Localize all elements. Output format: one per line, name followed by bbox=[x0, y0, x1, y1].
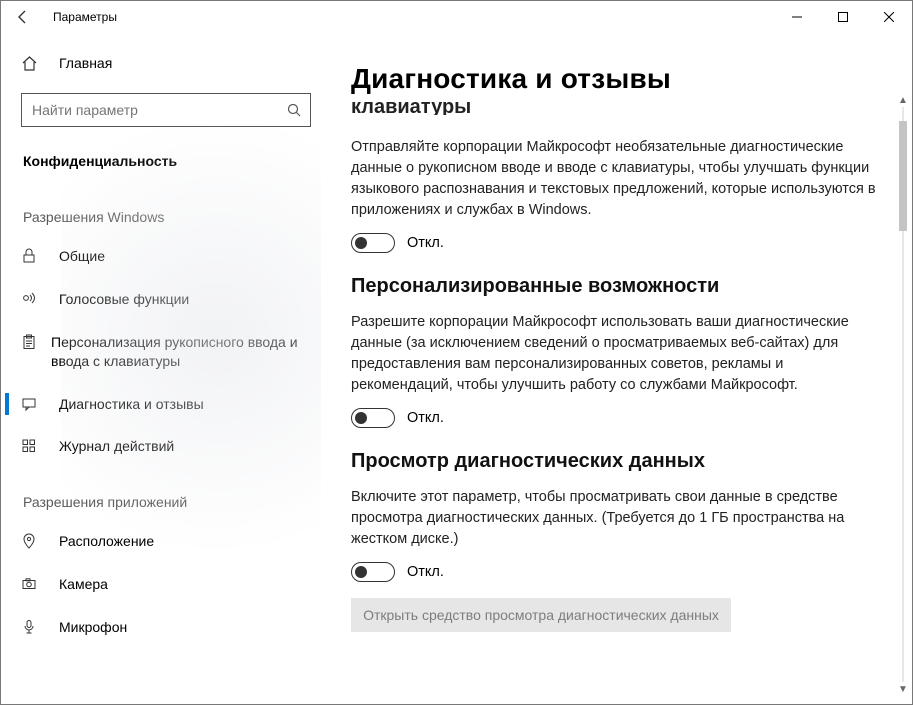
nav-label: Диагностика и отзывы bbox=[59, 395, 204, 414]
nav-label: Камера bbox=[59, 575, 108, 594]
minimize-button[interactable] bbox=[774, 1, 820, 33]
toggle-diagnostic-viewer[interactable] bbox=[351, 562, 395, 582]
section-diagnostic-viewer: Просмотр диагностических данных Включите… bbox=[351, 450, 876, 632]
nav-general[interactable]: Общие bbox=[5, 235, 315, 278]
page-title: Диагностика и отзывы bbox=[351, 33, 876, 99]
maximize-button[interactable] bbox=[820, 1, 866, 33]
sidebar: Главная Конфиденциальность Разрешения Wi… bbox=[1, 33, 323, 704]
window-title: Параметры bbox=[53, 10, 117, 24]
clipboard-icon bbox=[21, 333, 37, 350]
feedback-icon bbox=[21, 395, 45, 412]
nav-speech[interactable]: Голосовые функции bbox=[5, 278, 315, 321]
open-diagnostic-viewer-button: Открыть средство просмотра диагностическ… bbox=[351, 598, 731, 632]
microphone-icon bbox=[21, 618, 45, 635]
back-button[interactable] bbox=[15, 9, 39, 25]
truncated-section-heading: клавиатуры bbox=[351, 97, 876, 115]
section-description: Включите этот параметр, чтобы просматрив… bbox=[351, 487, 876, 550]
section-description: Отправляйте корпорации Майкрософт необяз… bbox=[351, 137, 876, 221]
toggle-state-label: Откл. bbox=[407, 235, 444, 251]
toggle-inking-typing[interactable] bbox=[351, 233, 395, 253]
search-input[interactable] bbox=[32, 102, 287, 118]
nav-label: Микрофон bbox=[59, 618, 127, 637]
home-icon bbox=[21, 55, 45, 72]
vertical-scrollbar[interactable]: ▲ ▼ bbox=[896, 93, 910, 696]
section-heading: Персонализированные возможности bbox=[351, 275, 876, 298]
section-tailored-experiences: Персонализированные возможности Разрешит… bbox=[351, 275, 876, 428]
home-nav[interactable]: Главная bbox=[5, 43, 315, 83]
section-inking-typing: Отправляйте корпорации Майкрософт необяз… bbox=[351, 137, 876, 253]
nav-camera[interactable]: Камера bbox=[5, 563, 315, 606]
nav-label: Журнал действий bbox=[59, 437, 174, 456]
nav-label: Голосовые функции bbox=[59, 290, 189, 309]
nav-microphone[interactable]: Микрофон bbox=[5, 606, 315, 649]
titlebar: Параметры bbox=[1, 1, 912, 33]
lock-icon bbox=[21, 247, 45, 264]
home-label: Главная bbox=[59, 55, 112, 71]
toggle-tailored-experiences[interactable] bbox=[351, 408, 395, 428]
category-heading: Конфиденциальность bbox=[5, 141, 315, 183]
speech-icon bbox=[21, 290, 45, 307]
nav-location[interactable]: Расположение bbox=[5, 520, 315, 563]
nav-inking[interactable]: Персонализация рукописного ввода и ввода… bbox=[5, 321, 315, 383]
scroll-down-icon[interactable]: ▼ bbox=[896, 682, 910, 696]
section-description: Разрешите корпорации Майкрософт использо… bbox=[351, 312, 876, 396]
nav-label: Персонализация рукописного ввода и ввода… bbox=[51, 333, 303, 371]
content-pane: Диагностика и отзывы клавиатуры Отправля… bbox=[323, 33, 912, 704]
group-header-windows: Разрешения Windows bbox=[5, 183, 315, 235]
toggle-state-label: Откл. bbox=[407, 564, 444, 580]
close-button[interactable] bbox=[866, 1, 912, 33]
location-icon bbox=[21, 532, 45, 549]
search-icon bbox=[287, 103, 302, 118]
group-header-apps: Разрешения приложений bbox=[5, 468, 315, 520]
nav-activity[interactable]: Журнал действий bbox=[5, 425, 315, 468]
camera-icon bbox=[21, 575, 45, 592]
window-controls bbox=[774, 1, 912, 33]
section-heading: Просмотр диагностических данных bbox=[351, 450, 876, 473]
activity-icon bbox=[21, 437, 45, 454]
scrollbar-thumb[interactable] bbox=[899, 121, 907, 231]
nav-label: Общие bbox=[59, 247, 105, 266]
search-box[interactable] bbox=[21, 93, 311, 127]
scroll-up-icon[interactable]: ▲ bbox=[896, 93, 910, 107]
nav-diagnostics[interactable]: Диагностика и отзывы bbox=[5, 383, 315, 426]
toggle-state-label: Откл. bbox=[407, 410, 444, 426]
nav-label: Расположение bbox=[59, 532, 154, 551]
